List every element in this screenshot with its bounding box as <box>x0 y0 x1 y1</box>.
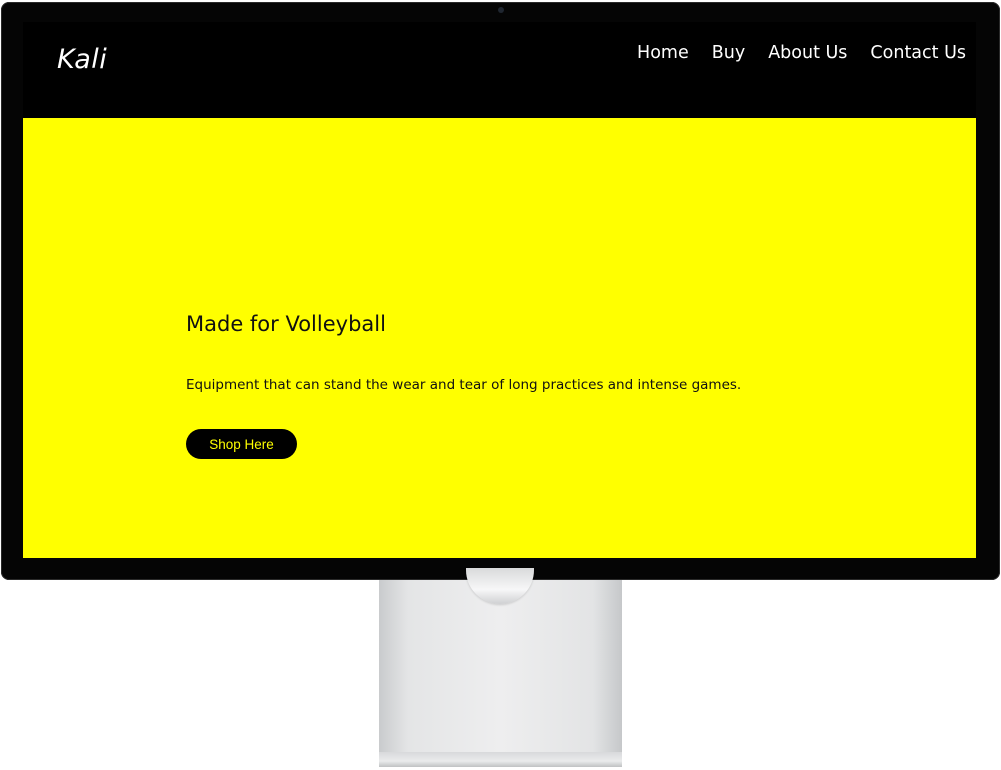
monitor-mockup: Kali Home Buy About Us Contact Us Made f… <box>0 0 1001 770</box>
hero-title: Made for Volleyball <box>186 312 386 336</box>
nav-about-link[interactable]: About Us <box>768 43 847 63</box>
hero-section: Made for Volleyball Equipment that can s… <box>23 118 976 558</box>
nav-home-link[interactable]: Home <box>637 43 689 63</box>
nav-contact-link[interactable]: Contact Us <box>870 43 966 63</box>
monitor-stand <box>379 580 622 767</box>
website-screen: Kali Home Buy About Us Contact Us Made f… <box>23 22 976 558</box>
monitor-bezel: Kali Home Buy About Us Contact Us Made f… <box>1 2 1000 580</box>
navbar: Kali Home Buy About Us Contact Us <box>23 22 976 118</box>
hero-subtitle: Equipment that can stand the wear and te… <box>186 377 742 393</box>
nav-buy-link[interactable]: Buy <box>712 43 745 63</box>
camera-icon <box>498 7 504 13</box>
brand-logo[interactable]: Kali <box>57 44 107 75</box>
shop-here-button[interactable]: Shop Here <box>186 429 297 459</box>
monitor-stand-base <box>379 752 622 767</box>
nav-links: Home Buy About Us Contact Us <box>637 43 966 63</box>
